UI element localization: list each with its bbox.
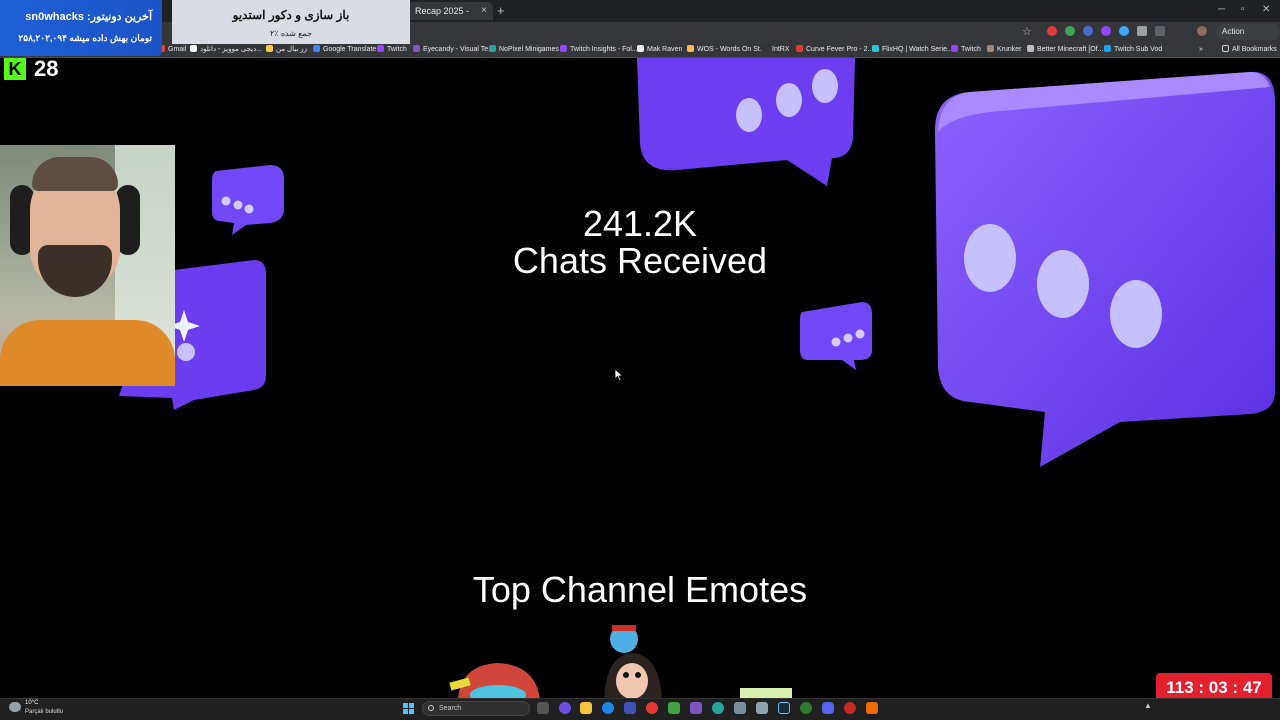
emote-image xyxy=(740,688,792,698)
profile-avatar-icon[interactable] xyxy=(1197,26,1207,36)
bookmark-item[interactable]: Better Minecraft [Of... xyxy=(1027,42,1104,58)
app-icon[interactable] xyxy=(844,702,856,714)
file-explorer-icon[interactable] xyxy=(580,702,592,714)
extension-icon[interactable] xyxy=(1137,26,1147,36)
bookmark-item[interactable]: زر بیال من xyxy=(266,42,307,58)
extension-icon[interactable] xyxy=(1047,26,1057,36)
chrome-icon[interactable] xyxy=(646,702,658,714)
app-icon[interactable] xyxy=(734,702,746,714)
bookmark-item[interactable]: Google Translate xyxy=(313,42,376,58)
latest-donor-overlay: sn0whacks :آخرین دونیتور ۲۵۸,۲۰۲,۰۹۴ توم… xyxy=(0,0,162,56)
emote-image xyxy=(604,625,662,700)
app-icon[interactable] xyxy=(866,702,878,714)
emote-image xyxy=(449,663,540,705)
donation-goal-overlay: باز سازی و دکور استدیو ۲٪ جمع شده xyxy=(172,0,410,44)
system-tray-chevron-icon[interactable]: ▲ xyxy=(1144,701,1152,710)
search-icon xyxy=(428,705,434,711)
app-icon[interactable] xyxy=(668,702,680,714)
windows-start-icon[interactable] xyxy=(403,703,414,714)
chats-received-value: 241.2K xyxy=(582,203,698,244)
minimize-icon[interactable]: ─ xyxy=(1218,2,1225,18)
steam-icon[interactable] xyxy=(778,702,790,714)
latest-donor-text: sn0whacks :آخرین دونیتور xyxy=(25,11,152,23)
store-icon[interactable] xyxy=(624,702,636,714)
bookmark-star-icon[interactable]: ☆ xyxy=(1022,24,1032,40)
extension-icon[interactable] xyxy=(1065,26,1075,36)
close-window-icon[interactable]: ✕ xyxy=(1262,2,1270,18)
donation-amount-text: ۲۵۸,۲۰۲,۰۹۴ تومان بهش داده میشه xyxy=(18,33,152,43)
all-bookmarks-folder[interactable]: All Bookmarks xyxy=(1222,42,1277,58)
mouse-cursor xyxy=(614,368,624,382)
top-channel-emotes-heading: Top Channel Emotes xyxy=(472,569,808,610)
viewer-count: 28 xyxy=(34,56,59,81)
extension-icon[interactable] xyxy=(1101,26,1111,36)
bookmark-item[interactable]: Krunker xyxy=(987,42,1022,58)
bookmark-item[interactable]: Twitch Insights - Fol... xyxy=(560,42,638,58)
bookmarks-bar: Gmail دیجی موویز - دانلود... زر بیال من … xyxy=(0,42,1280,58)
bookmark-item[interactable]: Mak Raven xyxy=(637,42,682,58)
task-view-icon[interactable] xyxy=(537,702,549,714)
restore-icon[interactable]: ▫ xyxy=(1241,2,1245,18)
windows-taskbar xyxy=(0,698,1280,720)
bookmarks-overflow-icon[interactable]: » xyxy=(1199,42,1203,58)
cloud-icon xyxy=(9,702,21,712)
bookmark-item[interactable]: IntRX xyxy=(762,42,790,58)
bookmark-item[interactable]: Eyecandy - Visual Te... xyxy=(413,42,494,58)
chat-bubble-3d-top xyxy=(637,58,855,186)
bookmark-item[interactable]: WOS - Words On St... xyxy=(687,42,766,58)
extension-icon[interactable] xyxy=(1119,26,1129,36)
bookmark-item[interactable]: Curve Fever Pro - 2... xyxy=(796,42,873,58)
timer-value: 113 : 03 : 47 xyxy=(1166,678,1262,697)
chats-received-label: Chats Received xyxy=(512,240,768,281)
extensions-puzzle-icon[interactable] xyxy=(1155,26,1165,36)
goal-progress-text: ۲٪ جمع شده xyxy=(270,29,312,38)
tab-close-icon[interactable]: × xyxy=(481,2,487,20)
webcam-feed xyxy=(0,145,175,386)
discord-icon[interactable] xyxy=(822,702,834,714)
taskbar-search-input[interactable]: Search xyxy=(422,701,530,716)
extension-icon[interactable] xyxy=(1083,26,1093,36)
kick-icon: K xyxy=(4,58,26,80)
action-required-button[interactable]: Action required xyxy=(1216,24,1280,52)
chat-bubble-3d-mid xyxy=(800,302,872,370)
app-icon[interactable] xyxy=(800,702,812,714)
app-icon[interactable] xyxy=(756,702,768,714)
bookmark-item[interactable]: FlixHQ | Watch Serie... xyxy=(872,42,953,58)
new-tab-button[interactable]: + xyxy=(497,3,505,19)
app-icon[interactable] xyxy=(712,702,724,714)
bookmark-item[interactable]: Twitch xyxy=(951,42,981,58)
bookmark-item[interactable]: Twitch Sub Vod xyxy=(1104,42,1162,58)
app-icon[interactable] xyxy=(690,702,702,714)
edge-browser-icon[interactable] xyxy=(602,702,614,714)
weather-description[interactable]: Parçalı bulutlu xyxy=(25,709,63,715)
bookmark-item[interactable]: Gmail xyxy=(158,42,186,58)
app-icon[interactable] xyxy=(559,702,571,714)
tab-recap[interactable]: Recap 2025 - Twitch × xyxy=(405,2,493,34)
bookmark-item[interactable]: NoPixel Minigames xyxy=(489,42,559,58)
goal-title: باز سازی و دکور استدیو xyxy=(232,8,350,22)
bookmark-item[interactable]: Twitch xyxy=(377,42,407,58)
bookmark-item[interactable]: دیجی موویز - دانلود... xyxy=(190,42,262,58)
weather-temperature[interactable]: 10°C xyxy=(25,700,38,706)
